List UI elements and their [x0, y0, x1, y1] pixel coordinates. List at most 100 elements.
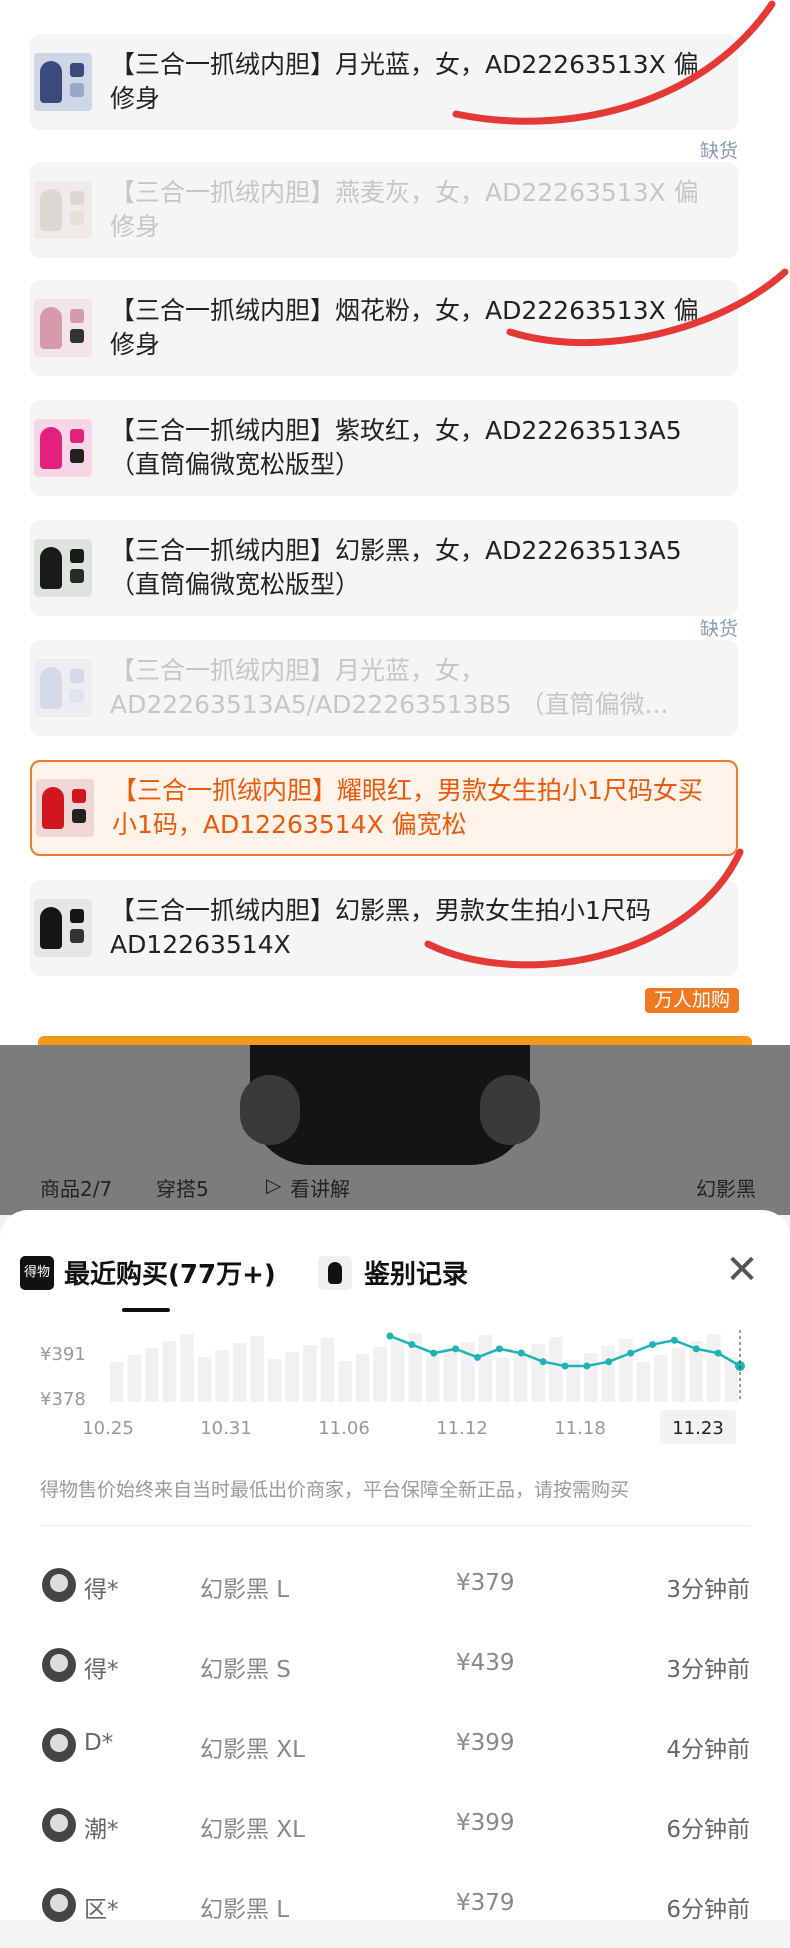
sku-option[interactable]: 【三合一抓绒内胆】幻影黑，女，AD22263513A5 （直筒偏微宽松版型）	[30, 520, 738, 616]
out-of-stock-label: 缺货	[699, 618, 738, 640]
price-point	[649, 1341, 656, 1349]
price-trend-chart: ¥391 ¥378 10.25 10.31 11.06 11.12 11.18 11.23	[40, 1330, 745, 1444]
sku-thumbnail	[34, 53, 92, 111]
dimmed-product-background: 商品2/7 穿搭5 ▷ 看讲解 幻影黑	[0, 1045, 790, 1215]
sku-label: 【三合一抓绒内胆】烟花粉，女，AD22263513X 偏修身	[110, 296, 699, 359]
sku-thumbnail	[34, 299, 92, 357]
explain-link[interactable]: 看讲解	[290, 1173, 350, 1202]
purchase-spec: 幻影黑 L	[200, 1577, 290, 1603]
tab-recent-purchases[interactable]: 最近购买(77万+)	[64, 1254, 276, 1291]
volume-bar	[355, 1354, 370, 1402]
price-point	[452, 1345, 460, 1353]
volume-bar	[303, 1345, 317, 1402]
sku-option[interactable]: 【三合一抓绒内胆】月光蓝，女，AD22263513A5/AD22263513B5…	[30, 640, 738, 736]
purchase-price: ¥399	[456, 1730, 515, 1756]
volume-bar	[250, 1336, 264, 1402]
top-edge	[0, 0, 790, 19]
volume-bar	[478, 1335, 493, 1402]
volume-bar	[496, 1358, 510, 1402]
sku-label: 【三合一抓绒内胆】幻影黑，男款女生拍小1尺码AD12263514X	[110, 896, 651, 959]
purchase-spec: 幻影黑 XL	[200, 1817, 305, 1843]
purchase-spec: 幻影黑 L	[200, 1897, 290, 1923]
sku-thumbnail	[36, 779, 94, 837]
avatar	[42, 1568, 76, 1602]
price-point	[430, 1349, 438, 1357]
buyer-name: 区*	[84, 1897, 119, 1923]
sku-thumbnail	[34, 181, 92, 239]
price-point	[627, 1349, 635, 1357]
price-notice: 得物售价始终来自当时最低出价商家，平台保障全新正品，请按需购买	[40, 1479, 630, 1501]
x-tick-label: 11.23	[672, 1418, 724, 1439]
purchase-time: 6分钟前	[666, 1897, 750, 1923]
sheet-tabs: 得物 最近购买(77万+) 鉴别记录 ✕	[0, 1210, 790, 1330]
sku-label: 【三合一抓绒内胆】月光蓝，女，AD22263513A5/AD22263513B5…	[110, 656, 669, 719]
purchase-row: 区* 幻影黑 L ¥379 6分钟前	[0, 1868, 790, 1948]
sku-label: 【三合一抓绒内胆】紫玫红，女，AD22263513A5 （直筒偏微宽松版型）	[110, 416, 682, 479]
volume-bar	[671, 1348, 686, 1402]
x-tick-label: 11.06	[318, 1418, 370, 1439]
volume-bar	[443, 1349, 458, 1402]
y-tick-label: ¥391	[40, 1344, 86, 1365]
price-point	[561, 1362, 569, 1370]
price-line	[389, 1334, 741, 1368]
divider	[40, 1525, 750, 1526]
sku-option[interactable]: 【三合一抓绒内胆】幻影黑，男款女生拍小1尺码AD12263514X	[30, 880, 738, 976]
sku-thumbnail	[34, 419, 92, 477]
purchase-spec: 幻影黑 S	[200, 1657, 291, 1683]
purchase-time: 6分钟前	[666, 1817, 750, 1843]
volume-bar	[127, 1355, 142, 1402]
purchase-row: D* 幻影黑 XL ¥399 4分钟前	[0, 1708, 790, 1788]
active-tab-indicator	[122, 1308, 170, 1312]
price-point	[714, 1349, 722, 1357]
sku-thumbnail	[34, 659, 92, 717]
price-point	[692, 1345, 700, 1353]
sku-thumbnail	[34, 899, 92, 957]
volume-bar	[636, 1362, 651, 1402]
volume-bar	[320, 1338, 335, 1402]
avatar	[42, 1728, 76, 1762]
outfit-tab[interactable]: 穿搭5	[156, 1173, 209, 1202]
purchase-price: ¥399	[456, 1810, 515, 1836]
tab-authentication-records[interactable]: 鉴别记录	[364, 1254, 468, 1291]
volume-bar	[110, 1362, 124, 1402]
x-tick-label: 11.18	[554, 1418, 606, 1439]
avatar	[42, 1648, 76, 1682]
sku-option[interactable]: 【三合一抓绒内胆】烟花粉，女，AD22263513X 偏修身	[30, 280, 738, 376]
sku-option[interactable]: 【三合一抓绒内胆】燕麦灰，女，AD22263513X 偏修身	[30, 162, 738, 258]
buyer-name: D*	[84, 1730, 114, 1756]
sku-option[interactable]: 【三合一抓绒内胆】紫玫红，女，AD22263513A5 （直筒偏微宽松版型）	[30, 400, 738, 496]
price-point	[495, 1345, 503, 1353]
close-icon[interactable]: ✕	[722, 1250, 762, 1290]
volume-bar	[619, 1339, 633, 1402]
volume-bar	[373, 1347, 387, 1402]
purchase-price: ¥379	[456, 1570, 515, 1596]
price-point	[539, 1358, 547, 1366]
volume-bar	[338, 1361, 352, 1402]
price-point	[517, 1349, 525, 1357]
volume-bar	[145, 1348, 159, 1402]
sku-label: 【三合一抓绒内胆】耀眼红，男款女生拍小1尺码女买小1码，AD12263514X …	[112, 776, 703, 839]
volume-bar	[706, 1334, 721, 1402]
purchase-price: ¥439	[456, 1650, 515, 1676]
avatar	[42, 1808, 76, 1842]
sku-label: 【三合一抓绒内胆】幻影黑，女，AD22263513A5 （直筒偏微宽松版型）	[110, 536, 682, 599]
dewu-logo-icon: 得物	[20, 1256, 54, 1290]
current-color: 幻影黑	[696, 1177, 756, 1201]
sku-option[interactable]: 【三合一抓绒内胆】耀眼红，男款女生拍小1尺码女买小1码，AD12263514X …	[30, 760, 738, 856]
volume-bar	[601, 1346, 616, 1402]
product-info-bar: 商品2/7 穿搭5 ▷ 看讲解 幻影黑	[0, 1163, 790, 1215]
volume-bar	[268, 1359, 282, 1402]
sku-option[interactable]: 【三合一抓绒内胆】月光蓝，女，AD22263513X 偏修身	[30, 34, 738, 130]
purchase-row: 得* 幻影黑 S ¥439 3分钟前	[0, 1628, 790, 1708]
purchase-spec: 幻影黑 XL	[200, 1737, 305, 1763]
volume-bar	[180, 1334, 194, 1402]
volume-bar	[162, 1341, 177, 1402]
volume-bar	[513, 1351, 528, 1402]
volume-bar	[654, 1355, 668, 1402]
play-icon[interactable]: ▷	[266, 1173, 281, 1197]
volume-bar	[426, 1356, 440, 1402]
buyer-name: 得*	[84, 1577, 119, 1603]
authentication-icon	[318, 1256, 352, 1290]
x-tick-label: 11.12	[436, 1418, 488, 1439]
product-counter[interactable]: 商品2/7	[40, 1173, 112, 1202]
